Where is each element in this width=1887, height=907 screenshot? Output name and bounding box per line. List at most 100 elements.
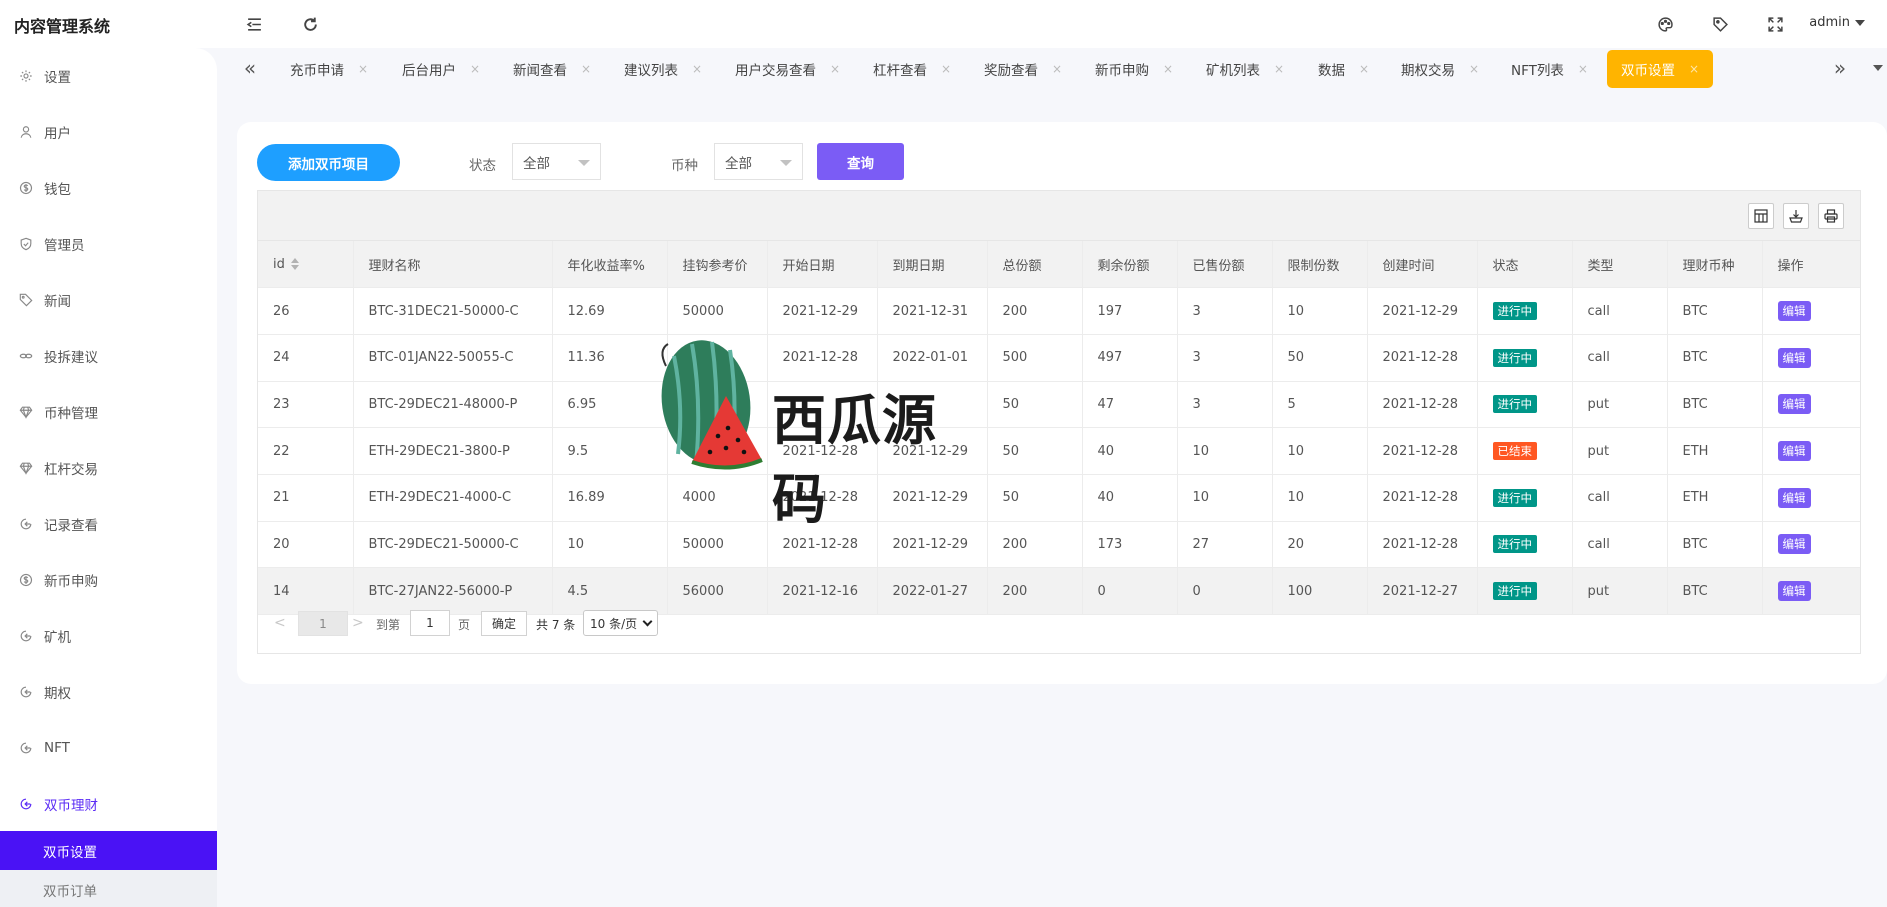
close-icon[interactable]: × [1359, 62, 1369, 76]
page-unit-label: 页 [458, 618, 471, 632]
theme-palette-icon[interactable] [1655, 14, 1675, 34]
sidebar-item-leverage[interactable]: 杠杆交易 [0, 440, 217, 496]
sort-icon[interactable] [290, 258, 299, 271]
tab-label: 新闻查看 [513, 63, 567, 79]
close-icon[interactable]: × [581, 62, 591, 76]
sidebar-item-options[interactable]: 期权 [0, 664, 217, 720]
tab-suggestion-list[interactable]: 建议列表 × [624, 50, 702, 88]
user-menu[interactable]: admin [1809, 15, 1865, 30]
columns-filter-icon[interactable] [1748, 203, 1774, 229]
sidebar-item-miner[interactable]: 矿机 [0, 608, 217, 664]
sidebar-item-nft[interactable]: NFT [0, 720, 217, 776]
sidebar-item-wallet[interactable]: 钱包 [0, 160, 217, 216]
current-page[interactable]: 1 [298, 611, 348, 636]
tab-leverage-view[interactable]: 杠杆查看 × [873, 50, 951, 88]
table-header-row: id 理财名称 年化收益率% 挂钩参考价 开始日期 到期日期 总份额 剩余份额 … [258, 241, 1860, 289]
close-icon[interactable]: × [1163, 62, 1173, 76]
tab-options-trade[interactable]: 期权交易 × [1401, 50, 1479, 88]
tab-user-trades[interactable]: 用户交易查看 × [735, 50, 840, 88]
edit-button[interactable]: 编辑 [1777, 347, 1811, 368]
tab-miner-list[interactable]: 矿机列表 × [1206, 50, 1284, 88]
sidebar-item-label: 投拆建议 [44, 350, 98, 366]
sidebar-item-label: 期权 [44, 686, 71, 702]
table-cell-total: 50 [987, 381, 1083, 429]
sidebar-item-users[interactable]: 用户 [0, 104, 217, 160]
sidebar-item-label: NFT [44, 740, 70, 756]
edit-button[interactable]: 编辑 [1777, 301, 1811, 322]
close-icon[interactable]: × [1578, 62, 1588, 76]
column-header: 理财名称 [353, 241, 553, 289]
coin-filter-select[interactable]: 全部 [714, 143, 803, 180]
goto-confirm-button[interactable]: 确定 [481, 611, 527, 636]
pagination: < 1 > 到第 1 页 确定 共 7 条 10 条/页 [258, 603, 1860, 643]
diamond-icon [19, 461, 33, 475]
tab-data[interactable]: 数据 × [1318, 50, 1369, 88]
tabs-scroll-left-icon[interactable]: « [237, 54, 263, 82]
tab-rewards-view[interactable]: 奖励查看 × [984, 50, 1062, 88]
tab-dual-settings[interactable]: 双币设置 × [1607, 50, 1714, 88]
sidebar-subitem-dual-settings[interactable]: 双币设置 [0, 831, 217, 870]
sidebar: 设置 用户 钱包 管理员 新闻 投拆建议 币种管理 杠杆交易 记录查看 新币申购… [0, 48, 217, 907]
table-cell-rate: 6.95 [552, 381, 668, 429]
sidebar-item-admins[interactable]: 管理员 [0, 216, 217, 272]
next-page-icon[interactable]: > [352, 615, 364, 631]
table-cell-action: 编辑 [1762, 334, 1860, 382]
tabs-scroll-right-icon[interactable]: » [1827, 54, 1853, 82]
status-filter-select[interactable]: 全部 [512, 143, 601, 180]
gear-icon [19, 69, 33, 83]
circle-arrow-icon [19, 741, 33, 755]
add-dual-product-button[interactable]: 添加双币项目 [257, 144, 400, 181]
export-icon[interactable] [1783, 203, 1809, 229]
close-icon[interactable]: × [1274, 62, 1284, 76]
tab-admin-users[interactable]: 后台用户 × [402, 50, 480, 88]
prev-page-icon[interactable]: < [274, 615, 286, 631]
fullscreen-icon[interactable] [1765, 14, 1785, 34]
dual-products-table: id 理财名称 年化收益率% 挂钩参考价 开始日期 到期日期 总份额 剩余份额 … [258, 241, 1860, 615]
sidebar-item-news[interactable]: 新闻 [0, 272, 217, 328]
close-icon[interactable]: × [830, 62, 840, 76]
close-icon[interactable]: × [358, 62, 368, 76]
table-cell-total: 500 [987, 334, 1083, 382]
table-cell-type: put [1572, 427, 1668, 475]
sidebar-item-suggestions[interactable]: 投拆建议 [0, 328, 217, 384]
close-icon[interactable]: × [692, 62, 702, 76]
column-header: 状态 [1477, 241, 1573, 289]
table-cell-name: BTC-29DEC21-48000-P [353, 381, 553, 429]
collapse-menu-icon[interactable] [244, 14, 264, 34]
tabs-menu-chevron-icon[interactable] [1865, 54, 1887, 82]
goto-page-input[interactable]: 1 [410, 610, 450, 636]
query-button[interactable]: 查询 [817, 143, 904, 180]
tab-new-coin[interactable]: 新币申购 × [1095, 50, 1173, 88]
table-cell-id: 20 [258, 521, 354, 569]
tab-label: 后台用户 [402, 63, 456, 79]
page-size-select[interactable]: 10 条/页 [583, 610, 658, 636]
close-icon[interactable]: × [1689, 62, 1699, 76]
edit-button[interactable]: 编辑 [1777, 581, 1811, 602]
status-badge: 进行中 [1492, 488, 1537, 507]
edit-button[interactable]: 编辑 [1777, 394, 1811, 415]
tab-deposit-requests[interactable]: 充币申请 × [290, 50, 368, 88]
tab-news-view[interactable]: 新闻查看 × [513, 50, 591, 88]
edit-button[interactable]: 编辑 [1777, 534, 1811, 555]
close-icon[interactable]: × [1052, 62, 1062, 76]
sidebar-item-new-coin[interactable]: 新币申购 [0, 552, 217, 608]
column-header-id[interactable]: id [258, 241, 354, 289]
edit-button[interactable]: 编辑 [1777, 441, 1811, 462]
table-cell-action: 编辑 [1762, 521, 1860, 569]
sidebar-item-settings[interactable]: 设置 [0, 48, 217, 104]
tag-icon[interactable] [1710, 14, 1730, 34]
table-cell-status: 进行中 [1477, 287, 1573, 335]
sidebar-subitem-dual-orders[interactable]: 双币订单 [0, 870, 217, 907]
refresh-icon[interactable] [300, 14, 320, 34]
close-icon[interactable]: × [470, 62, 480, 76]
sidebar-item-records[interactable]: 记录查看 [0, 496, 217, 552]
close-icon[interactable]: × [941, 62, 951, 76]
sidebar-item-currency[interactable]: 币种管理 [0, 384, 217, 440]
tab-nft-list[interactable]: NFT列表 × [1511, 50, 1588, 88]
column-header: 类型 [1572, 241, 1668, 289]
table-cell-rate: 12.69 [552, 287, 668, 335]
sidebar-item-dual-currency[interactable]: 双币理财 [0, 776, 217, 832]
print-icon[interactable] [1818, 203, 1844, 229]
close-icon[interactable]: × [1469, 62, 1479, 76]
edit-button[interactable]: 编辑 [1777, 487, 1811, 508]
